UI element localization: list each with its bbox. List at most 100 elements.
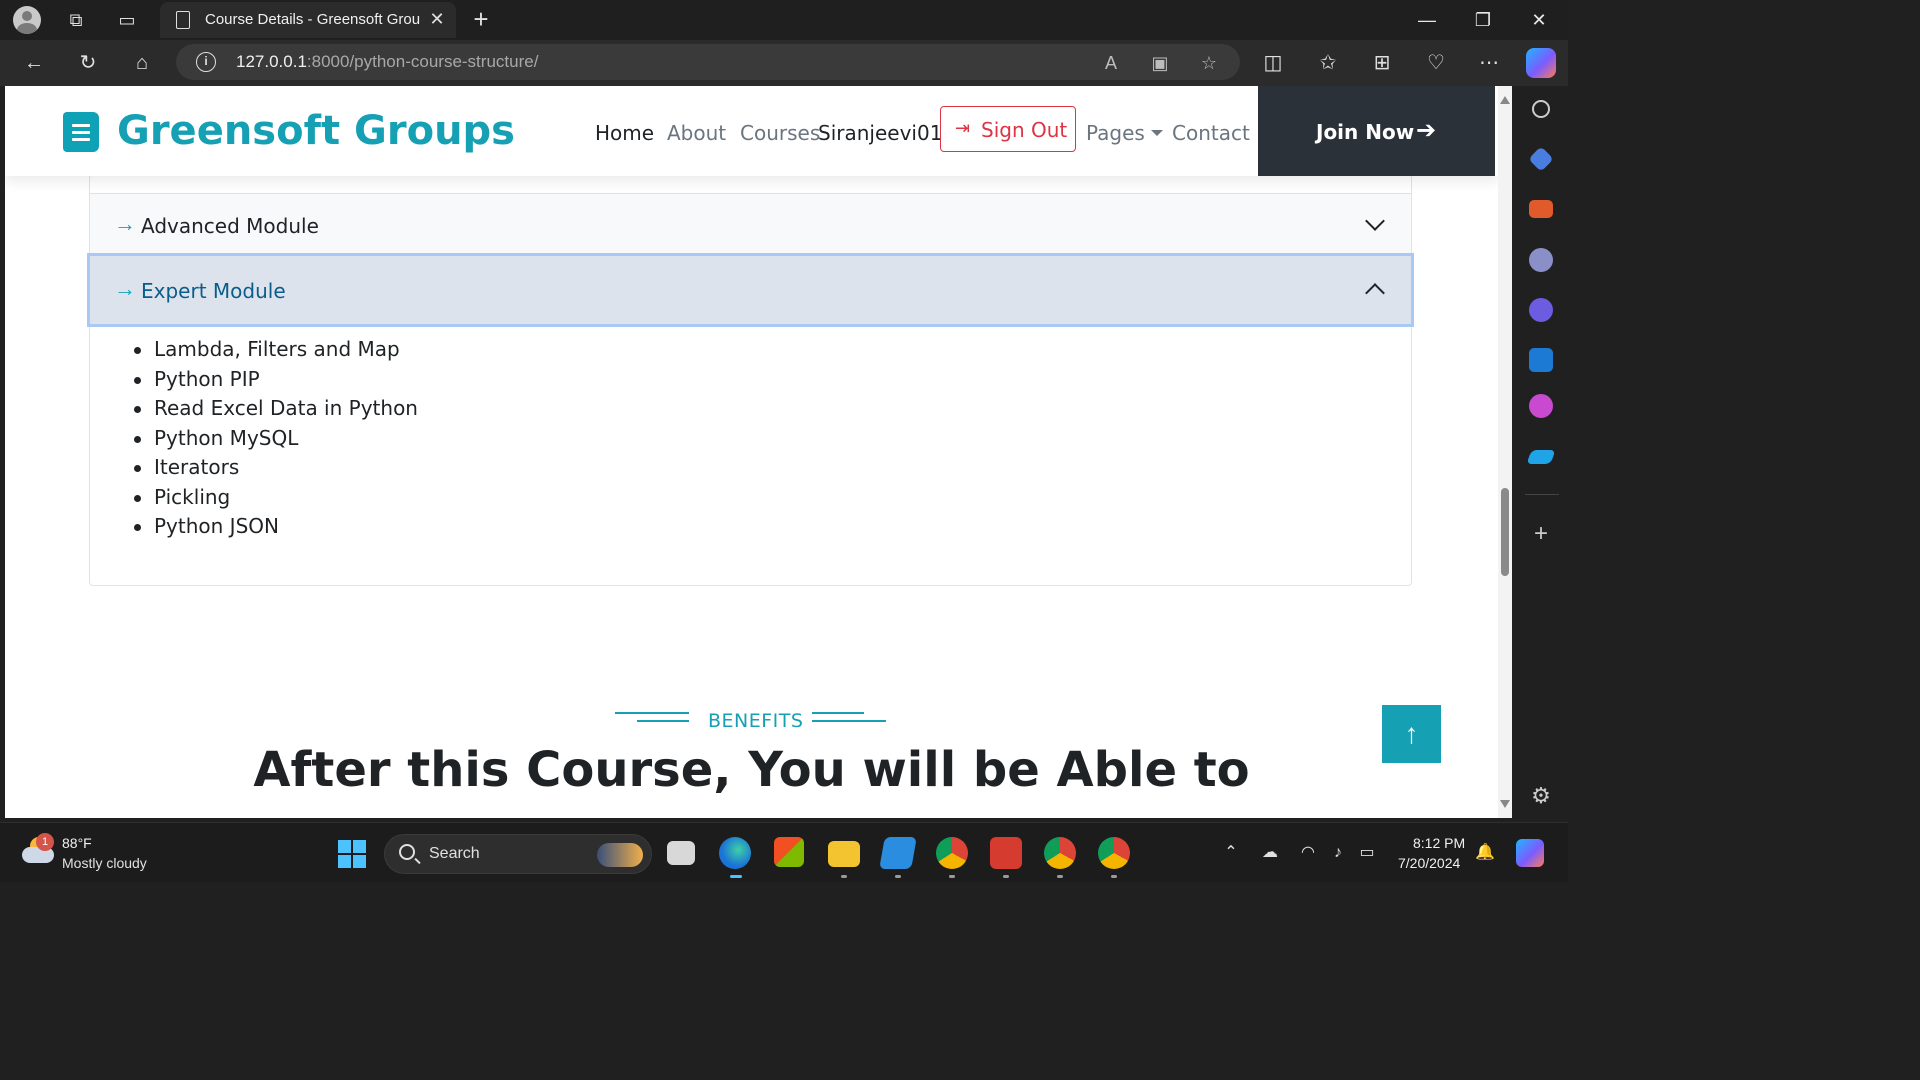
sign-out-label: Sign Out xyxy=(981,118,1068,142)
nav-pages-label: Pages xyxy=(1086,121,1145,145)
new-tab-icon[interactable]: + xyxy=(468,6,494,32)
weather-temperature[interactable]: 88°F xyxy=(62,835,92,851)
windows-start-icon[interactable] xyxy=(338,840,366,868)
accordion-title: Expert Module xyxy=(141,279,286,303)
clock-time[interactable]: 8:12 PM xyxy=(1413,835,1465,851)
shopping-tag-icon[interactable] xyxy=(1528,146,1554,172)
workspaces-icon[interactable]: ⧉ xyxy=(64,8,88,32)
home-icon[interactable]: ⌂ xyxy=(129,50,155,76)
chrome-profile-icon[interactable] xyxy=(1098,837,1130,869)
divider-line xyxy=(637,720,689,722)
vscode-icon[interactable] xyxy=(879,837,917,869)
chevron-up-icon[interactable]: ⌃ xyxy=(1221,843,1241,863)
sign-out-icon: ⇥ xyxy=(955,118,971,139)
expert-topics-list: Lambda, Filters and Map Python PIP Read … xyxy=(134,337,1411,544)
favorite-star-icon[interactable]: ☆ xyxy=(1198,52,1220,74)
designer-icon[interactable] xyxy=(1529,394,1553,418)
favorites-icon[interactable]: ✩ xyxy=(1315,50,1341,76)
scroll-down-icon[interactable] xyxy=(1500,800,1510,808)
brand-name[interactable]: Greensoft Groups xyxy=(117,108,515,154)
battery-icon[interactable]: ▭ xyxy=(1357,843,1377,863)
page-scrollbar[interactable] xyxy=(1498,86,1512,818)
arrow-right-icon: → xyxy=(114,211,136,236)
list-item: Python JSON xyxy=(134,514,1411,544)
add-icon[interactable]: + xyxy=(1529,522,1553,546)
copilot-icon[interactable] xyxy=(1526,48,1556,78)
profile-avatar[interactable] xyxy=(13,6,41,34)
nav-home[interactable]: Home xyxy=(595,121,654,145)
read-aloud-icon[interactable]: A xyxy=(1100,52,1122,74)
games-icon[interactable] xyxy=(1529,248,1553,272)
weather-condition[interactable]: Mostly cloudy xyxy=(62,855,147,871)
site-header: Greensoft Groups Home About Courses Sira… xyxy=(5,86,1498,176)
join-now-button[interactable]: Join Now ➔ xyxy=(1258,86,1495,176)
sign-out-button[interactable]: ⇥ Sign Out xyxy=(940,106,1076,152)
page-viewport: Greensoft Groups Home About Courses Sira… xyxy=(5,86,1498,818)
list-item: Lambda, Filters and Map xyxy=(134,337,1411,367)
browser-tab[interactable]: Course Details - Greensoft Group ✕ xyxy=(160,2,456,38)
nav-username[interactable]: Siranjeevi01 xyxy=(818,121,942,145)
taskbar-search[interactable]: Search xyxy=(384,834,652,874)
close-tab-icon[interactable]: ✕ xyxy=(426,8,448,30)
wps-office-icon[interactable] xyxy=(990,837,1022,869)
accordion-expert-module[interactable]: → Expert Module xyxy=(87,253,1414,327)
scrollbar-thumb[interactable] xyxy=(1501,488,1509,576)
refresh-icon[interactable]: ↻ xyxy=(75,50,101,76)
microsoft-store-icon[interactable] xyxy=(774,837,804,867)
running-indicator xyxy=(895,875,901,878)
accordion-advanced-module[interactable]: → Advanced Module xyxy=(90,193,1411,255)
list-item: Python PIP xyxy=(134,367,1411,397)
divider-line xyxy=(812,720,886,722)
nav-about[interactable]: About xyxy=(667,121,726,145)
immersive-reader-icon[interactable]: ▣ xyxy=(1149,52,1171,74)
edge-browser-icon[interactable] xyxy=(719,837,751,869)
task-view-icon[interactable] xyxy=(667,841,695,865)
benefits-heading: After this Course, You will be Able to xyxy=(253,742,1250,798)
onedrive-icon[interactable]: ☁ xyxy=(1260,843,1280,863)
chrome-profile-icon[interactable] xyxy=(1044,837,1076,869)
nav-pages-dropdown[interactable]: Pages xyxy=(1086,121,1163,145)
search-icon[interactable] xyxy=(1532,100,1550,118)
scroll-up-icon[interactable] xyxy=(1500,96,1510,104)
book-logo-icon xyxy=(63,112,99,152)
browser-essentials-icon[interactable]: ♡ xyxy=(1423,50,1449,76)
drop-send-icon[interactable] xyxy=(1526,450,1556,464)
back-to-top-button[interactable]: ↑ xyxy=(1382,705,1441,763)
nav-contact[interactable]: Contact xyxy=(1172,121,1250,145)
benefits-label: BENEFITS xyxy=(708,710,804,732)
tab-title: Course Details - Greensoft Group xyxy=(205,11,420,28)
divider-line xyxy=(812,712,864,714)
file-explorer-icon[interactable] xyxy=(828,841,860,867)
course-modules-accordion: → Advanced Module → Expert Module Lambda… xyxy=(87,174,1414,586)
address-bar[interactable]: i 127.0.0.1:8000/python-course-structure… xyxy=(176,44,1240,80)
expert-module-body: Lambda, Filters and Map Python PIP Read … xyxy=(90,337,1411,544)
chevron-down-icon xyxy=(1365,211,1385,231)
wifi-icon[interactable]: ◠ xyxy=(1298,843,1318,863)
more-menu-icon[interactable]: ⋯ xyxy=(1476,50,1502,76)
clock-date[interactable]: 7/20/2024 xyxy=(1398,855,1460,871)
tab-actions-icon[interactable]: ▭ xyxy=(115,8,139,32)
notification-bell-icon[interactable]: 🔔 xyxy=(1475,843,1495,863)
arrow-right-icon: ➔ xyxy=(1416,116,1437,144)
minimize-icon[interactable]: — xyxy=(1399,0,1455,40)
microsoft365-icon[interactable] xyxy=(1529,298,1553,322)
site-info-icon[interactable]: i xyxy=(196,52,216,72)
tools-icon[interactable] xyxy=(1529,200,1553,218)
split-screen-icon[interactable]: ◫ xyxy=(1260,50,1286,76)
settings-gear-icon[interactable]: ⚙ xyxy=(1529,784,1553,808)
back-icon[interactable]: ← xyxy=(21,50,47,76)
page-icon xyxy=(176,11,190,29)
running-indicator xyxy=(841,875,847,878)
active-indicator xyxy=(730,875,742,878)
outlook-icon[interactable] xyxy=(1529,348,1553,372)
collections-icon[interactable]: ⊞ xyxy=(1369,50,1395,76)
browser-title-bar: ⧉ ▭ Course Details - Greensoft Group ✕ +… xyxy=(0,0,1568,40)
list-item: Python MySQL xyxy=(134,426,1411,456)
close-window-icon[interactable]: ✕ xyxy=(1511,0,1567,40)
search-highlight-icon xyxy=(597,843,643,867)
chrome-icon[interactable] xyxy=(936,837,968,869)
volume-icon[interactable]: ♪ xyxy=(1328,843,1348,863)
copilot-taskbar-icon[interactable] xyxy=(1516,839,1544,867)
nav-courses[interactable]: Courses xyxy=(740,121,820,145)
restore-icon[interactable]: ❐ xyxy=(1455,0,1511,40)
